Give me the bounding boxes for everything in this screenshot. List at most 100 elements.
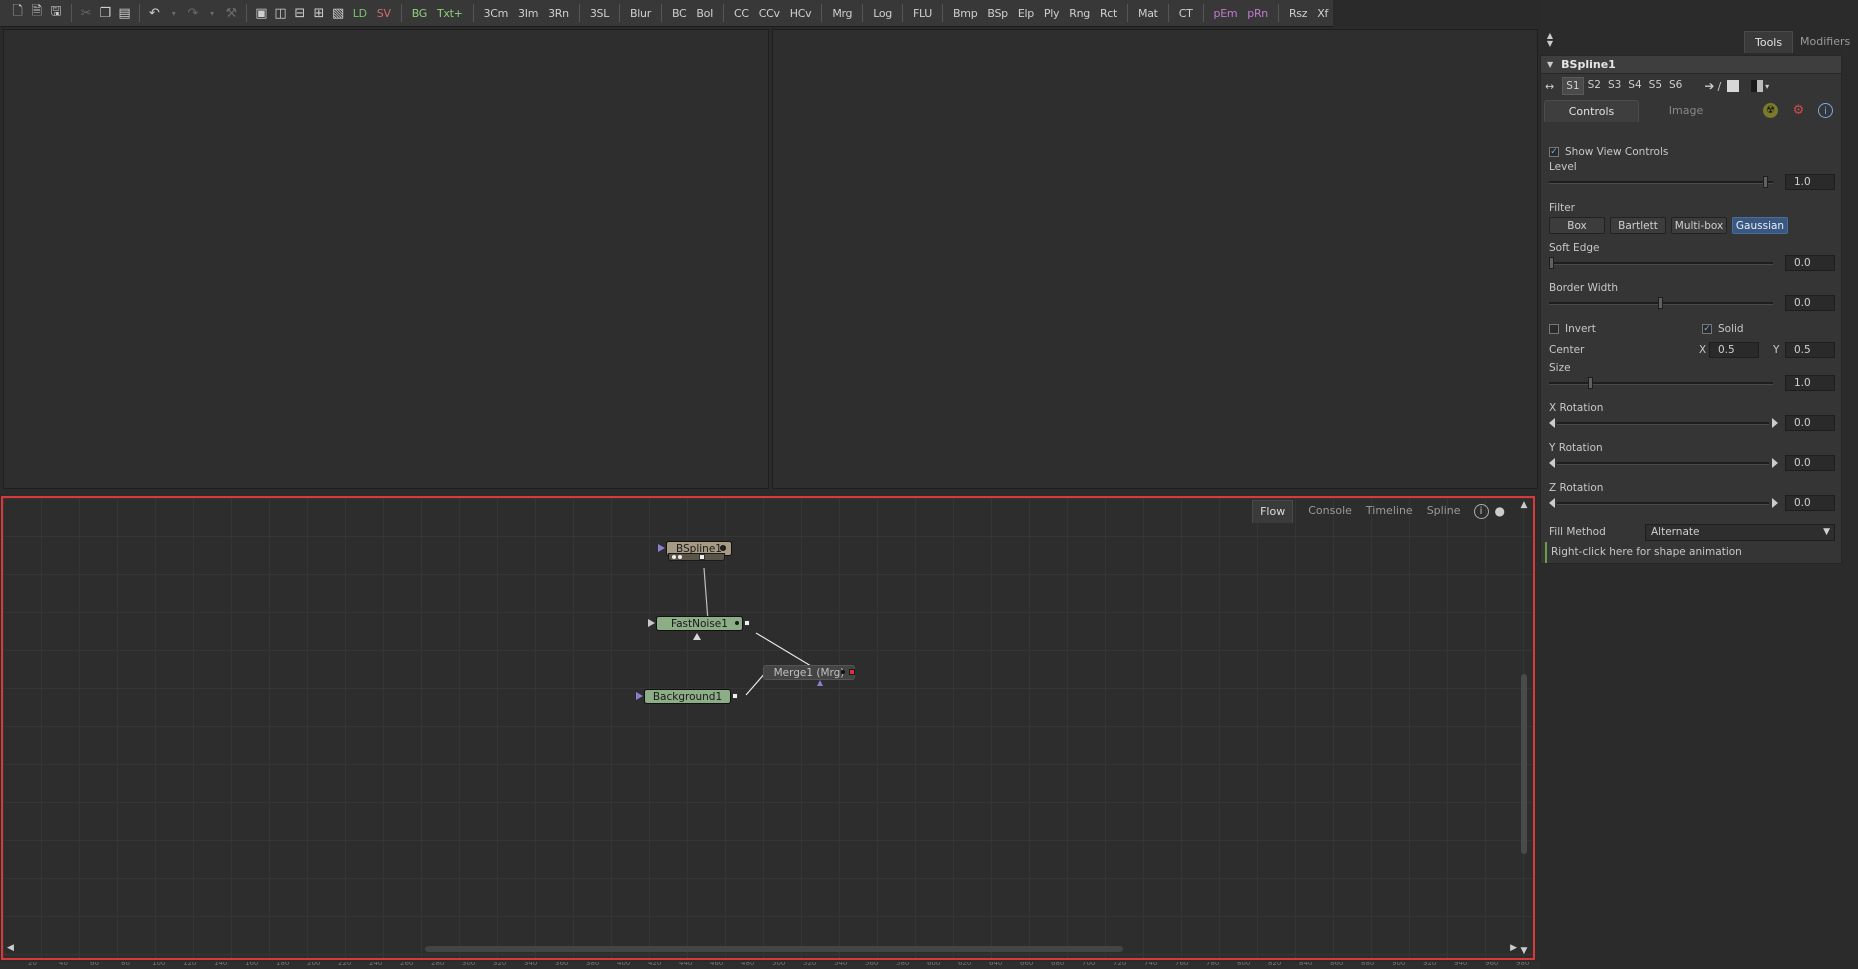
viewer-right[interactable]: [772, 29, 1538, 489]
increment-arrow-icon[interactable]: [1772, 458, 1778, 468]
background-output-port[interactable]: [732, 693, 738, 699]
fastnoise-input-port[interactable]: [648, 619, 655, 627]
node-fastnoise1[interactable]: FastNoise1: [656, 616, 743, 631]
dropdown-icon[interactable]: ▾: [1765, 82, 1769, 91]
toolbar-button-hcv[interactable]: HCv: [785, 4, 817, 23]
increment-arrow-icon[interactable]: [1772, 418, 1778, 428]
save-settings-icon[interactable]: [1727, 80, 1740, 92]
toolbar-button-bsp[interactable]: BSp: [982, 4, 1012, 23]
layout-split-v-icon[interactable]: ◫: [273, 4, 288, 22]
node-background1[interactable]: Background1: [644, 689, 731, 704]
version-slot-s1[interactable]: S1: [1562, 77, 1584, 95]
toolbar-button-rct[interactable]: Rct: [1095, 4, 1122, 23]
border-width-slider[interactable]: [1549, 297, 1773, 309]
pick-icon[interactable]: ∕: [1717, 80, 1721, 93]
filter-option-gaussian[interactable]: Gaussian: [1732, 217, 1788, 234]
fill-method-select[interactable]: Alternate ▼: [1645, 524, 1835, 541]
toolbar-button-bmp[interactable]: Bmp: [948, 4, 982, 23]
toolbar-button-elp[interactable]: Elp: [1013, 4, 1039, 23]
flow-vertical-scrollbar[interactable]: ▲ ▼: [1519, 500, 1529, 956]
scroll-right-icon[interactable]: ▶: [1510, 943, 1517, 953]
toolbar-button-xf[interactable]: Xf: [1312, 4, 1333, 23]
size-input[interactable]: 1.0: [1785, 375, 1835, 391]
scroll-down-icon[interactable]: ▼: [1519, 946, 1529, 956]
tool-header[interactable]: ▼ BSpline1: [1541, 56, 1841, 74]
layout-quad-icon[interactable]: ⊞: [311, 4, 326, 22]
bspline-mask-output-port[interactable]: [699, 554, 705, 560]
save-icon[interactable]: 🖫: [48, 4, 63, 22]
toolbar-button-sv[interactable]: SV: [372, 4, 396, 23]
toolbar-button-cc[interactable]: CC: [729, 4, 754, 23]
tab-timeline[interactable]: Timeline: [1359, 500, 1420, 522]
settings-gear-icon[interactable]: ⚙: [1791, 103, 1806, 118]
tab-flow[interactable]: Flow: [1252, 499, 1294, 523]
expand-collapse-icon[interactable]: ▲ ▼: [1544, 32, 1556, 50]
solid-checkbox[interactable]: ✓: [1702, 324, 1712, 334]
toolbar-button-ccv[interactable]: CCv: [754, 4, 785, 23]
layout-split-h-icon[interactable]: ⊟: [292, 4, 307, 22]
copy-icon[interactable]: ❐: [98, 4, 113, 22]
open-file-icon[interactable]: 🗎: [29, 4, 44, 22]
tab-console[interactable]: Console: [1301, 500, 1359, 522]
z-rotation-slider[interactable]: [1549, 498, 1778, 508]
scroll-left-icon[interactable]: ◀: [7, 943, 14, 953]
comment-icon[interactable]: ●: [1495, 504, 1505, 518]
x-rotation-slider[interactable]: [1549, 418, 1778, 428]
flow-horizontal-scrollbar[interactable]: ◀ ▶: [7, 943, 1517, 954]
decrement-arrow-icon[interactable]: [1549, 458, 1555, 468]
toolbar-button-mat[interactable]: Mat: [1133, 4, 1163, 23]
toolbar-button-mrg[interactable]: Mrg: [827, 4, 857, 23]
undo-dropdown-icon[interactable]: ▾: [166, 4, 181, 22]
bspline-output-port[interactable]: [720, 545, 726, 551]
fullscreen-icon[interactable]: ▧: [331, 4, 346, 22]
toolbar-button-bg[interactable]: BG: [407, 4, 432, 23]
arrow-right-icon[interactable]: ➔: [1704, 79, 1714, 93]
slider-handle[interactable]: [1588, 377, 1593, 389]
pin-icon[interactable]: ↔: [1545, 80, 1554, 93]
slider-handle[interactable]: [1763, 176, 1768, 188]
toolbar-button-3sl[interactable]: 3SL: [585, 4, 614, 23]
redo-dropdown-icon[interactable]: ▾: [205, 4, 220, 22]
increment-arrow-icon[interactable]: [1772, 498, 1778, 508]
fastnoise-output-port[interactable]: [744, 620, 750, 626]
soft-edge-input[interactable]: 0.0: [1785, 255, 1835, 271]
toolbar-button-boi[interactable]: BoI: [691, 4, 718, 23]
redo-icon[interactable]: ↷: [185, 4, 200, 22]
paste-icon[interactable]: ▤: [117, 4, 132, 22]
version-slot-s5[interactable]: S5: [1646, 77, 1665, 95]
slider-handle[interactable]: [1549, 257, 1554, 269]
y-rotation-slider[interactable]: [1549, 458, 1778, 468]
toolbar-button-rng[interactable]: Rng: [1064, 4, 1095, 23]
slider-handle[interactable]: [1658, 297, 1663, 309]
toolbar-button-3cm[interactable]: 3Cm: [479, 4, 514, 23]
toolbar-button-ld[interactable]: LD: [348, 4, 372, 23]
time-ruler[interactable]: 20 40 60 80 100 120 140 160 180 200 220 240 260 280 30…: [0, 962, 1540, 969]
decrement-arrow-icon[interactable]: [1549, 498, 1555, 508]
tab-image[interactable]: Image: [1651, 100, 1721, 122]
size-slider[interactable]: [1549, 377, 1773, 389]
toolbar-button-pem[interactable]: pEm: [1209, 4, 1243, 23]
layout-single-icon[interactable]: ▣: [254, 4, 269, 22]
level-input[interactable]: 1.0: [1785, 174, 1835, 190]
background-input-port[interactable]: [636, 692, 643, 700]
show-view-controls-checkbox[interactable]: ✓: [1549, 147, 1559, 157]
toolbar-button-flu[interactable]: FLU: [908, 4, 937, 23]
collapse-chevron-icon[interactable]: ▼: [1547, 60, 1553, 69]
tab-modifiers[interactable]: Modifiers: [1790, 31, 1858, 53]
info-icon[interactable]: i: [1473, 503, 1489, 519]
z-rotation-input[interactable]: 0.0: [1785, 495, 1835, 511]
toolbar-button-blur[interactable]: Blur: [625, 4, 656, 23]
toolbar-button-rsz[interactable]: Rsz: [1284, 4, 1312, 23]
toolbar-button-txt[interactable]: Txt+: [432, 4, 468, 23]
level-slider[interactable]: [1549, 176, 1773, 188]
filter-option-bartlett[interactable]: Bartlett: [1610, 217, 1666, 234]
color-swatch-icon[interactable]: [1751, 80, 1764, 92]
border-width-input[interactable]: 0.0: [1785, 295, 1835, 311]
viewer-left[interactable]: [3, 29, 769, 489]
info-icon[interactable]: i: [1818, 103, 1833, 118]
toolbar-button-3rn[interactable]: 3Rn: [543, 4, 574, 23]
center-x-input[interactable]: 0.5: [1709, 342, 1759, 358]
merge-output-port[interactable]: [849, 669, 855, 675]
flow-panel[interactable]: BSpline1 FastNoise1 Merge1 (Mrg) Backgro…: [1, 496, 1535, 960]
center-y-input[interactable]: 0.5: [1785, 342, 1835, 358]
